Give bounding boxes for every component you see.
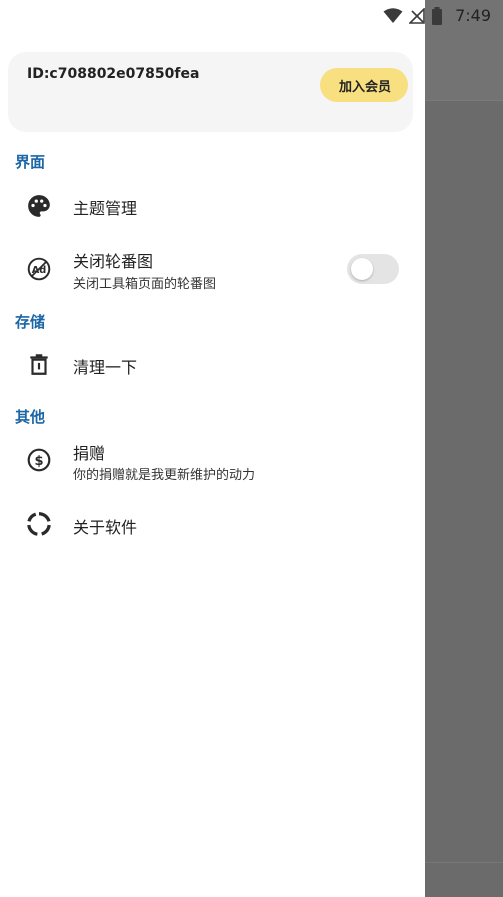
menu-item-donate-title: 捐赠 bbox=[73, 444, 106, 463]
section-header-interface: 界面 bbox=[15, 153, 46, 171]
signal-icon bbox=[409, 8, 425, 24]
trash-icon bbox=[30, 354, 48, 375]
account-card: ID:c708802e07850fea 加入会员 bbox=[8, 52, 413, 132]
menu-item-about-title: 关于软件 bbox=[73, 518, 138, 537]
loading-ring-icon bbox=[27, 512, 51, 536]
dollar-icon: $ bbox=[27, 448, 51, 472]
navigation-drawer: ID:c708802e07850fea 加入会员 界面 主题管理 Ad 关闭轮番… bbox=[0, 0, 425, 897]
section-header-other: 其他 bbox=[15, 408, 46, 426]
join-vip-button[interactable]: 加入会员 bbox=[320, 68, 408, 102]
menu-item-about[interactable]: 关于软件 bbox=[0, 498, 425, 550]
menu-item-clean-title: 清理一下 bbox=[73, 358, 138, 377]
status-bar: 7:49 bbox=[0, 0, 503, 32]
menu-item-theme[interactable]: 主题管理 bbox=[0, 180, 425, 232]
wifi-icon bbox=[383, 8, 403, 23]
toggle-knob bbox=[351, 258, 373, 280]
section-header-storage: 存储 bbox=[15, 313, 46, 331]
menu-item-banner-subtitle: 关闭工具箱页面的轮番图 bbox=[73, 277, 217, 292]
banner-toggle-switch[interactable] bbox=[347, 254, 399, 284]
ad-off-icon: Ad bbox=[27, 257, 51, 281]
menu-item-banner-title: 关闭轮番图 bbox=[73, 252, 154, 271]
menu-item-donate-subtitle: 你的捐赠就是我更新维护的动力 bbox=[73, 468, 256, 483]
status-time: 7:49 bbox=[455, 6, 491, 25]
palette-icon bbox=[28, 195, 50, 217]
menu-item-donate[interactable]: $ 捐赠 你的捐赠就是我更新维护的动力 bbox=[0, 432, 425, 490]
account-id: ID:c708802e07850fea bbox=[27, 66, 200, 82]
status-icons bbox=[383, 7, 443, 25]
battery-icon bbox=[432, 7, 442, 25]
menu-item-clean[interactable]: 清理一下 bbox=[0, 338, 425, 390]
menu-item-theme-title: 主题管理 bbox=[73, 199, 138, 218]
svg-text:$: $ bbox=[34, 454, 43, 469]
